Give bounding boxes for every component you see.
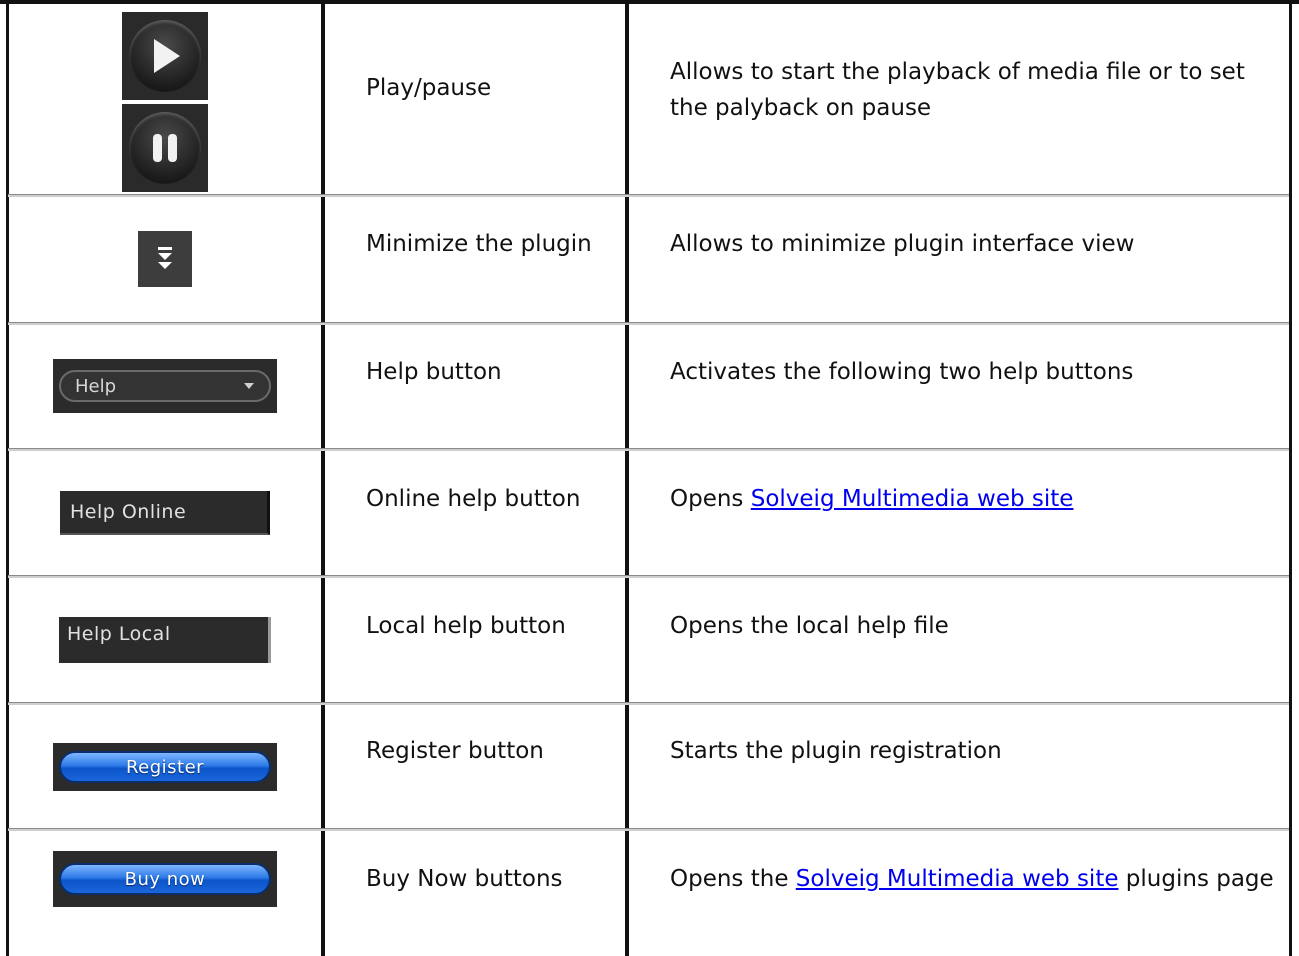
help-online-label: Help Online xyxy=(70,501,187,523)
buy-now-button-image: Buy now xyxy=(53,851,277,907)
icon-cell: Help Local xyxy=(10,578,320,702)
table-row: Register Register button Starts the plug… xyxy=(0,705,1299,829)
button-description: Allows to start the playback of media fi… xyxy=(670,59,1245,121)
description-text: plugins page xyxy=(1118,866,1274,892)
button-name: Online help button xyxy=(366,486,581,512)
solveig-web-site-link[interactable]: Solveig Multimedia web site xyxy=(751,486,1074,512)
table-row: Minimize the plugin Allows to minimize p… xyxy=(0,196,1299,322)
help-local-label: Help Local xyxy=(67,623,171,645)
buy-now-button-label: Buy now xyxy=(59,863,271,895)
icon-cell xyxy=(10,10,320,194)
button-description: Allows to minimize plugin interface view xyxy=(670,231,1135,257)
help-online-image: Help Online xyxy=(60,491,270,535)
button-description: Starts the plugin registration xyxy=(670,738,1002,764)
help-dropdown-label: Help xyxy=(75,375,117,397)
play-icon xyxy=(122,12,208,100)
help-dropdown-image: Help xyxy=(53,359,277,413)
description-text: Opens xyxy=(670,486,751,512)
icon-cell xyxy=(10,196,320,322)
button-name: Local help button xyxy=(366,613,566,639)
solveig-web-site-link[interactable]: Solveig Multimedia web site xyxy=(796,866,1119,892)
table-row: Help Local Local help button Opens the l… xyxy=(0,578,1299,702)
button-name: Help button xyxy=(366,359,502,385)
button-description: Activates the following two help buttons xyxy=(670,359,1134,385)
button-name: Buy Now buttons xyxy=(366,866,563,892)
help-local-image: Help Local xyxy=(59,617,271,663)
table-row: Play/pause Allows to start the playback … xyxy=(0,4,1299,194)
register-button-label: Register xyxy=(59,751,271,783)
icon-cell: Buy now xyxy=(10,851,320,907)
button-name: Register button xyxy=(366,738,544,764)
icon-cell: Help Online xyxy=(10,451,320,575)
table-row: Help Help button Activates the following… xyxy=(0,324,1299,448)
icon-cell: Register xyxy=(10,705,320,829)
pause-icon xyxy=(122,104,208,192)
table-row: Buy now Buy Now buttons Opens the Solvei… xyxy=(0,831,1299,956)
button-name: Play/pause xyxy=(366,75,492,101)
button-name: Minimize the plugin xyxy=(366,231,592,257)
register-button-image: Register xyxy=(53,743,277,791)
icon-cell: Help xyxy=(10,324,320,448)
help-table: Play/pause Allows to start the playback … xyxy=(0,0,1299,956)
minimize-chevrons-icon xyxy=(138,231,192,287)
button-description: Opens the Solveig Multimedia web site pl… xyxy=(670,861,1286,897)
table-row: Help Online Online help button Opens Sol… xyxy=(0,451,1299,575)
description-text: Opens the xyxy=(670,866,796,892)
chevron-down-icon xyxy=(244,383,254,389)
button-description: Opens the local help file xyxy=(670,613,949,639)
button-description: Opens Solveig Multimedia web site xyxy=(670,481,1280,517)
